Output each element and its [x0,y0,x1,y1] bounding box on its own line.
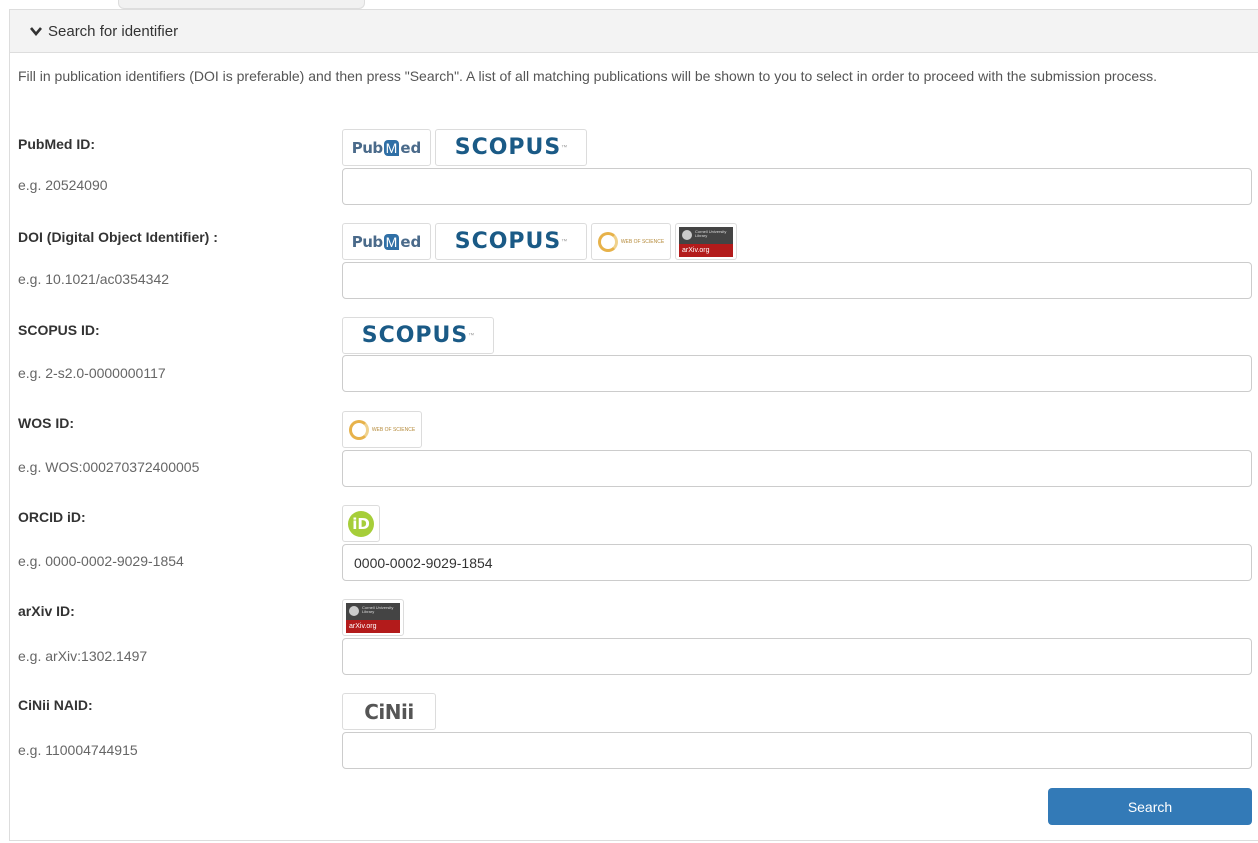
panel-header-toggle[interactable]: Search for identifier [10,10,1258,53]
wos-logo-text: WEB OF SCIENCE [620,238,665,245]
scopus-id-example: e.g. 2-s2.0-0000000117 [18,365,166,381]
orcid-id-label: ORCID iD: [18,509,86,525]
orcid-id-example: e.g. 0000-0002-9029-1854 [18,553,184,569]
cinii-logo-text: CiNii [364,699,414,724]
pubmed-logo-ed: ed [400,232,422,251]
scopus-logo: SCOPUS ™ [342,317,494,354]
pubmed-logo-pub: Pub [351,232,383,251]
scopus-logo-text: SCOPUS [454,229,562,254]
scopus-logo: SCOPUS ™ [435,223,587,260]
arxiv-logo-text: arXiv.org [346,619,400,633]
arxiv-id-example: e.g. arXiv:1302.1497 [18,648,148,664]
wos-id-input[interactable] [342,450,1252,487]
pubmed-logo: Pub Med [342,129,431,166]
doi-input[interactable] [342,262,1252,299]
web-of-science-logo: WEB OF SCIENCE [342,411,422,448]
doi-row-logos: Pub Med SCOPUS ™ WEB OF SCIENCE Cornell Un… [342,223,737,260]
pubmed-logo-m: M [383,233,400,250]
top-tab [118,0,365,9]
pubmed-id-input[interactable] [342,168,1252,205]
cornell-text: Cornell University Library [362,604,394,614]
arxiv-row-logos: Cornell University Library arXiv.org [342,599,404,636]
wos-ring-icon [597,231,618,252]
cinii-naid-input[interactable] [342,732,1252,769]
cinii-naid-example: e.g. 110004744915 [18,742,138,758]
wos-ring-icon [348,419,369,440]
wos-logo-text: WEB OF SCIENCE [371,426,416,433]
pubmed-id-label: PubMed ID: [18,136,95,152]
doi-label: DOI (Digital Object Identifier) : [18,229,218,245]
panel-title: Search for identifier [48,22,179,40]
scopus-row-logos: SCOPUS ™ [342,317,494,354]
orcid-row-logos: iD [342,505,380,542]
scopus-logo-text: SCOPUS [361,323,469,348]
scopus-logo: SCOPUS ™ [435,129,587,166]
arxiv-id-input[interactable] [342,638,1252,675]
web-of-science-logo: WEB OF SCIENCE [591,223,671,260]
scopus-id-label: SCOPUS ID: [18,322,100,338]
cinii-row-logos: CiNii [342,693,436,730]
pubmed-row-logos: Pub Med SCOPUS ™ [342,129,587,166]
wos-id-label: WOS ID: [18,415,74,431]
chevron-down-icon [30,27,42,36]
pubmed-id-example: e.g. 20524090 [18,177,108,193]
cornell-seal-icon [682,229,692,240]
intro-text: Fill in publication identifiers (DOI is … [18,68,1158,84]
search-button[interactable]: Search [1048,788,1252,825]
orcid-icon: iD [348,510,374,537]
arxiv-logo-text: arXiv.org [679,243,733,257]
scopus-tm: ™ [561,144,568,151]
scopus-tm: ™ [561,238,568,245]
pubmed-logo-m: M [383,139,400,156]
arxiv-logo: Cornell University Library arXiv.org [675,223,737,260]
wos-row-logos: WEB OF SCIENCE [342,411,422,448]
arxiv-logo: Cornell University Library arXiv.org [342,599,404,636]
scopus-id-input[interactable] [342,355,1252,392]
wos-id-example: e.g. WOS:000270372400005 [18,459,200,475]
pubmed-logo: Pub Med [342,223,431,260]
cornell-seal-icon [349,605,359,616]
cinii-logo: CiNii [342,693,436,730]
pubmed-logo-ed: ed [400,138,422,157]
arxiv-id-label: arXiv ID: [18,603,75,619]
scopus-tm: ™ [468,332,475,339]
pubmed-logo-pub: Pub [351,138,383,157]
orcid-id-input[interactable] [342,544,1252,581]
doi-example: e.g. 10.1021/ac0354342 [18,271,170,287]
cornell-text: Cornell University Library [695,228,727,238]
scopus-logo-text: SCOPUS [454,135,562,160]
cinii-naid-label: CiNii NAID: [18,697,93,713]
orcid-logo: iD [342,505,380,542]
identifier-search-panel: Search for identifier [9,9,1258,841]
